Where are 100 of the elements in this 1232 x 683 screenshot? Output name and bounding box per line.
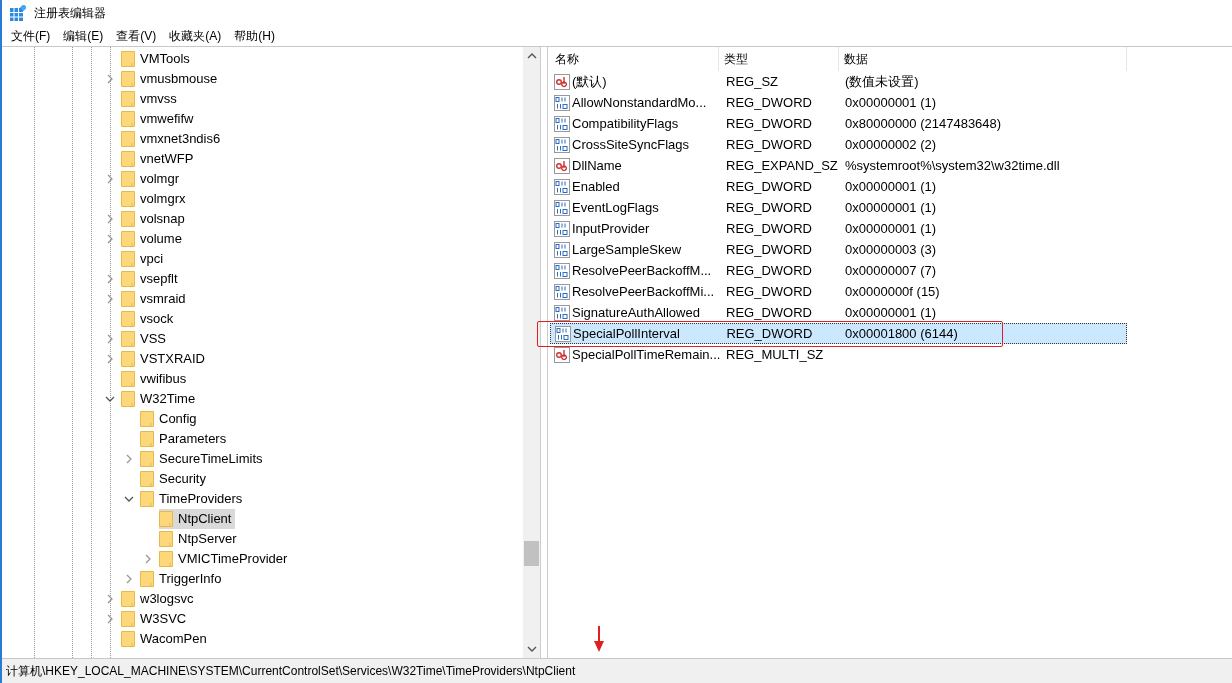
tree-item[interactable]: w3logsvc — [121, 589, 198, 609]
tree-item[interactable]: TimeProviders — [140, 489, 247, 509]
value-name: Enabled — [572, 177, 620, 196]
scrollbar[interactable] — [523, 47, 540, 658]
tree-item[interactable]: VSS — [121, 329, 170, 349]
status-path: 计算机\HKEY_LOCAL_MACHINE\SYSTEM\CurrentControlSet\Services\W32Time\TimeProviders\NtpClient — [6, 663, 576, 680]
value-name: CrossSiteSyncFlags — [572, 135, 690, 154]
tree-item[interactable]: vmvss — [121, 89, 181, 109]
tree-item[interactable]: vmwefifw — [121, 109, 198, 129]
menu-item[interactable]: 查看(V) — [111, 26, 162, 45]
string-value-icon — [554, 346, 570, 363]
scroll-thumb[interactable] — [524, 541, 539, 566]
folder-icon — [121, 211, 135, 227]
string-value-icon — [554, 73, 570, 90]
folder-icon — [121, 151, 135, 167]
tree-item[interactable]: WacomPen — [121, 629, 211, 649]
folder-icon — [121, 231, 135, 247]
folder-icon — [121, 331, 135, 347]
value-row[interactable]: CrossSiteSyncFlags REG_DWORD 0x00000002 (2) — [550, 134, 1127, 155]
value-data: (数值未设置) — [845, 73, 919, 89]
tree-item[interactable]: VMTools — [121, 49, 194, 69]
tree-item[interactable]: Parameters — [140, 429, 231, 449]
tree-item[interactable]: volmgr — [121, 169, 183, 189]
tree-item[interactable]: W32Time — [121, 389, 200, 409]
folder-icon — [140, 431, 154, 447]
binary-value-icon — [554, 241, 570, 258]
value-name: InputProvider — [572, 219, 650, 238]
binary-value-icon — [554, 115, 570, 132]
tree-item[interactable]: vmusbmouse — [121, 69, 222, 89]
value-row[interactable]: SignatureAuthAllowed REG_DWORD 0x00000001 (1) — [550, 302, 1127, 323]
folder-icon — [159, 511, 173, 527]
value-type: REG_DWORD — [726, 325, 813, 341]
value-row[interactable]: EventLogFlags REG_DWORD 0x00000001 (1) — [550, 197, 1127, 218]
window-title: 注册表编辑器 — [34, 4, 106, 22]
value-row[interactable]: CompatibilityFlags REG_DWORD 0x80000000 (2147483648) — [550, 113, 1127, 134]
value-type: REG_DWORD — [726, 304, 812, 320]
folder-icon — [121, 71, 135, 87]
value-row[interactable]: SpecialPollTimeRemain... REG_MULTI_SZ — [550, 344, 1127, 365]
folder-icon — [121, 591, 135, 607]
value-data: %systemroot%\system32\w32time.dll — [845, 157, 1060, 173]
value-name: AllowNonstandardMo... — [572, 93, 707, 112]
value-data: 0x00000003 (3) — [845, 241, 937, 257]
tree-item[interactable]: vwifibus — [121, 369, 191, 389]
tree-item[interactable]: vpci — [121, 249, 168, 269]
value-name: SpecialPollTimeRemain... — [572, 345, 721, 364]
value-type: REG_MULTI_SZ — [726, 346, 824, 362]
value-row[interactable]: LargeSampleSkew REG_DWORD 0x00000003 (3) — [550, 239, 1127, 260]
value-type: REG_DWORD — [726, 220, 812, 236]
folder-icon — [159, 551, 173, 567]
folder-icon — [140, 451, 154, 467]
value-row[interactable]: ResolvePeerBackoffM... REG_DWORD 0x00000007 (7) — [550, 260, 1127, 281]
value-type: REG_DWORD — [726, 283, 812, 299]
folder-icon — [121, 271, 135, 287]
folder-icon — [140, 411, 154, 427]
menu-item[interactable]: 编辑(E) — [58, 26, 109, 45]
value-row[interactable]: InputProvider REG_DWORD 0x00000001 (1) — [550, 218, 1127, 239]
binary-value-icon — [554, 304, 570, 321]
binary-value-icon — [555, 325, 571, 342]
value-name: LargeSampleSkew — [572, 240, 682, 259]
tree-item[interactable]: SecureTimeLimits — [140, 449, 267, 469]
tree-item[interactable]: NtpClient — [159, 509, 236, 529]
tree-item[interactable]: volsnap — [121, 209, 189, 229]
value-row[interactable]: (默认) REG_SZ (数值未设置) — [550, 71, 1127, 92]
tree-item[interactable]: NtpServer — [159, 529, 241, 549]
menu-item[interactable]: 帮助(H) — [229, 26, 280, 45]
value-data: 0x00000007 (7) — [845, 262, 937, 278]
value-data: 0x00000002 (2) — [845, 136, 937, 152]
value-name: SignatureAuthAllowed — [572, 303, 700, 322]
column-header[interactable]: 名称 — [550, 47, 719, 71]
folder-icon — [140, 471, 154, 487]
column-header[interactable]: 类型 — [719, 47, 839, 71]
tree-item[interactable]: TriggerInfo — [140, 569, 226, 589]
scroll-up-icon[interactable] — [526, 51, 537, 61]
tree-item[interactable]: volmgrx — [121, 189, 190, 209]
tree-item[interactable]: vnetWFP — [121, 149, 198, 169]
value-row[interactable]: DllName REG_EXPAND_SZ %systemroot%\system32\w32time.dll — [550, 155, 1127, 176]
value-row[interactable]: ResolvePeerBackoffMi... REG_DWORD 0x0000000f (15) — [550, 281, 1127, 302]
tree-item[interactable]: vsepflt — [121, 269, 182, 289]
tree-item[interactable]: VMICTimeProvider — [159, 549, 292, 569]
column-header[interactable]: 数据 — [839, 47, 1127, 71]
tree-item[interactable]: Security — [140, 469, 210, 489]
menu-item[interactable]: 文件(F) — [6, 26, 56, 45]
value-name: SpecialPollInterval — [573, 324, 680, 343]
tree-item[interactable]: Config — [140, 409, 201, 429]
tree-item[interactable]: W3SVC — [121, 609, 191, 629]
value-data: 0x80000000 (2147483648) — [845, 115, 1002, 131]
tree-item[interactable]: VSTXRAID — [121, 349, 209, 369]
folder-icon — [121, 371, 135, 387]
value-row[interactable]: Enabled REG_DWORD 0x00000001 (1) — [550, 176, 1127, 197]
scroll-down-icon[interactable] — [526, 644, 537, 654]
value-type: REG_DWORD — [726, 178, 812, 194]
value-row[interactable]: AllowNonstandardMo... REG_DWORD 0x00000001 (1) — [550, 92, 1127, 113]
menu-item[interactable]: 收藏夹(A) — [164, 26, 227, 45]
tree-item[interactable]: volume — [121, 229, 186, 249]
binary-value-icon — [554, 220, 570, 237]
tree-item[interactable]: vsmraid — [121, 289, 190, 309]
tree-item[interactable]: vsock — [121, 309, 178, 329]
folder-icon — [121, 111, 135, 127]
tree-item[interactable]: vmxnet3ndis6 — [121, 129, 225, 149]
binary-value-icon — [554, 94, 570, 111]
